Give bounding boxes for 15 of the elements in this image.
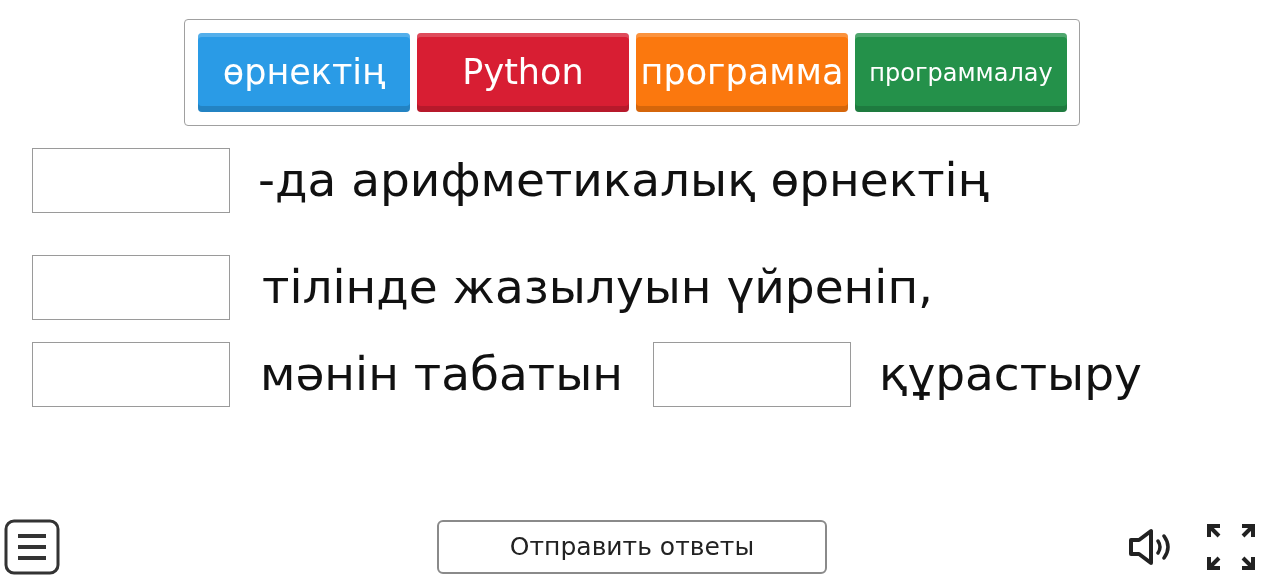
fullscreen-icon[interactable] xyxy=(1206,523,1256,571)
word-tile[interactable]: өрнектің xyxy=(198,33,410,112)
submit-button[interactable]: Отправить ответы xyxy=(437,520,827,574)
menu-icon[interactable] xyxy=(4,519,60,575)
sentence-text: тілінде жазылуын үйреніп, xyxy=(262,258,934,317)
sentence-text: мәнін табатын xyxy=(260,345,623,404)
sentence-text: -да арифметикалық өрнектің xyxy=(258,151,989,210)
word-tile[interactable]: программа xyxy=(636,33,848,112)
sentence-text: құрастыру xyxy=(879,345,1142,404)
answer-box[interactable] xyxy=(32,342,230,407)
answer-box[interactable] xyxy=(32,255,230,320)
answer-box[interactable] xyxy=(653,342,851,407)
word-tile[interactable]: Python xyxy=(417,33,629,112)
answer-box[interactable] xyxy=(32,148,230,213)
word-tile[interactable]: программалау xyxy=(855,33,1067,112)
